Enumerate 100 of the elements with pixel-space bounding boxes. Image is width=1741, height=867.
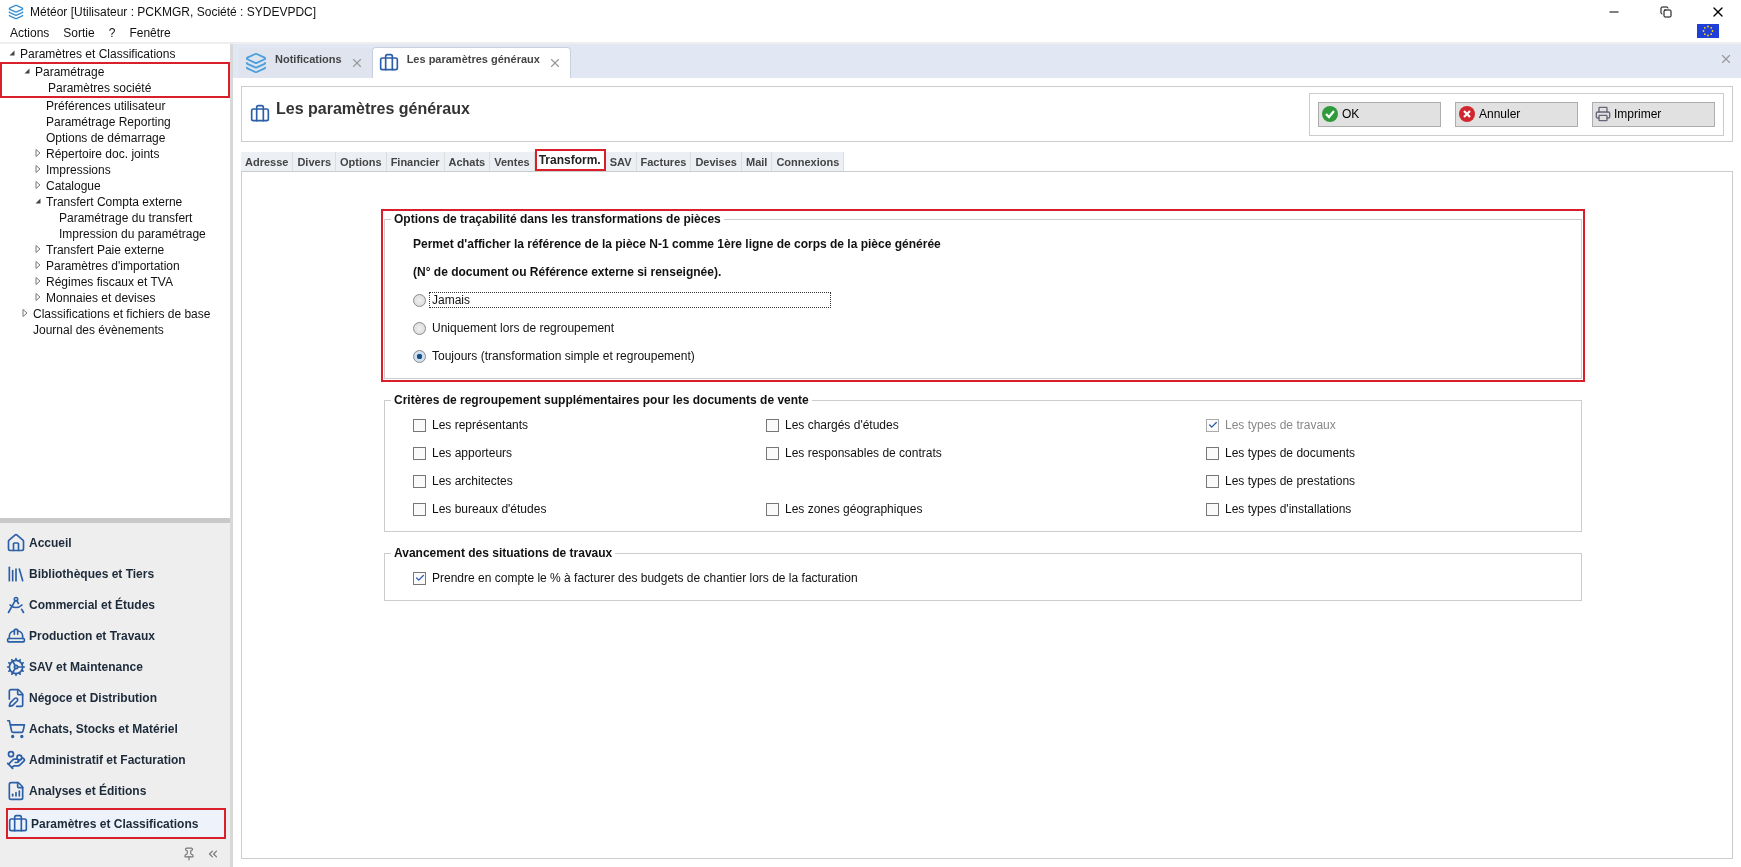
checkbox[interactable] [766,418,779,432]
menu-item[interactable]: Actions [10,26,50,40]
radio-button[interactable] [413,293,426,307]
checkbox[interactable] [1206,502,1219,516]
toolbar-button[interactable]: Imprimer [1592,101,1715,127]
description-text: Permet d'afficher la référence de la pièce N-1 comme 1ère ligne de corps de la pièce générée [413,237,941,251]
page-title: Les paramètres généraux [276,100,471,119]
tree-item[interactable]: Transfert Compta externe [46,195,183,209]
nav-item[interactable]: Commercial et Études [6,591,226,618]
checkbox[interactable] [413,571,426,585]
close-icon[interactable] [1719,52,1733,66]
tree-item[interactable]: Paramétrage [35,65,105,79]
tab[interactable]: SAV [605,152,637,171]
checkbox[interactable] [1206,474,1219,488]
checkbox[interactable] [413,446,426,460]
checkbox-label: Les apporteurs [432,446,513,460]
nav-item[interactable]: Bibliothèques et Tiers [6,560,226,587]
nav-item[interactable]: SAV et Maintenance [6,653,226,680]
tree-item[interactable]: Impressions [46,163,111,177]
checkbox-label: Les types de prestations [1225,474,1356,488]
tab[interactable]: Ventes [490,152,535,171]
tab[interactable]: Achats [444,152,491,171]
radio-button[interactable] [413,321,426,335]
collapsed-arrow-icon[interactable] [34,293,42,301]
tree-item[interactable]: Préférences utilisateur [46,99,166,113]
tab[interactable]: Divers [293,152,337,171]
toolbar-button[interactable]: Annuler [1455,101,1578,127]
tab[interactable]: Mail [741,152,773,171]
tree-item[interactable]: Paramètres et Classifications [20,47,176,61]
checkbox[interactable] [766,446,779,460]
module-icon [6,780,26,801]
checkbox[interactable] [1206,446,1219,460]
nav-item[interactable]: Négoce et Distribution [6,684,226,711]
tree-item[interactable]: Catalogue [46,179,101,193]
nav-item[interactable]: Paramètres et Classifications [6,808,226,839]
checkbox-label: Les représentants [432,418,529,432]
checkbox-label: Les types d'installations [1225,502,1352,516]
checkbox-label: Les architectes [432,474,513,488]
module-icon [8,813,28,834]
tab[interactable]: Connexions [772,152,845,171]
tree-item[interactable]: Transfert Paie externe [46,243,165,257]
radio-label: Jamais [430,293,830,307]
group-title: Avancement des situations de travaux [393,546,614,560]
nav-item[interactable]: Accueil [6,529,226,556]
menu-item[interactable]: Fenêtre [129,26,171,40]
tab[interactable]: Options [336,152,387,171]
tab[interactable]: Adresse [241,152,294,171]
checkbox-label: Les zones géographiques [785,502,923,516]
checkbox-label: Les types de documents [1225,446,1356,460]
tree-item[interactable]: Classifications et fichiers de base [33,307,211,321]
tab[interactable]: Factures [636,152,692,171]
checkbox[interactable] [413,474,426,488]
tab[interactable]: Financier [386,152,445,171]
tree-item[interactable]: Options de démarrage [46,131,166,145]
tab[interactable]: Transform. [534,149,606,171]
nav-item[interactable]: Production et Travaux [6,622,226,649]
collapsed-arrow-icon[interactable] [34,277,42,285]
module-icon [6,594,26,615]
collapsed-arrow-icon[interactable] [21,309,29,317]
checkbox-label: Les bureaux d'études [432,502,547,516]
tab[interactable]: Devises [691,152,742,171]
tab-label: Les paramètres généraux [406,53,540,67]
document-tab[interactable]: Les paramètres généraux [371,47,571,78]
checkbox[interactable] [766,502,779,516]
checkbox[interactable] [413,502,426,516]
checkbox-label: Prendre en compte le % à facturer des budgets de chantier lors de la facturation [432,571,858,585]
nav-item[interactable]: Achats, Stocks et Matériel [6,715,226,742]
tree-item[interactable]: Paramétrage du transfert [59,211,193,225]
app-logo-icon [245,52,267,74]
collapsed-arrow-icon[interactable] [34,245,42,253]
expanded-arrow-icon[interactable] [34,197,42,205]
collapsed-arrow-icon[interactable] [34,181,42,189]
menu-item[interactable]: Sortie [63,26,95,40]
nav-item[interactable]: Analyses et Éditions [6,777,226,804]
expanded-arrow-icon[interactable] [8,49,16,57]
tree-item[interactable]: Répertoire doc. joints [46,147,160,161]
collapsed-arrow-icon[interactable] [34,261,42,269]
document-tab[interactable]: Notifications [239,48,372,78]
pin-icon[interactable] [182,847,196,861]
collapsed-arrow-icon[interactable] [34,165,42,173]
check-icon [1321,105,1339,123]
flag-icon [1697,24,1719,38]
window-title: Météor [Utilisateur : PCKMGR, Société : SYDEVPDC] [30,5,318,19]
tree-item[interactable]: Paramètres société [48,81,152,95]
collapsed-arrow-icon[interactable] [34,149,42,157]
description-text: (N° de document ou Référence externe si renseignée). [413,265,722,279]
tree-item[interactable]: Paramétrage Reporting [46,115,171,129]
checkbox[interactable] [413,418,426,432]
nav-item[interactable]: Administratif et Facturation [6,746,226,773]
toolbar-button[interactable]: OK [1318,101,1441,127]
expanded-arrow-icon[interactable] [23,67,31,75]
tree-item[interactable]: Régimes fiscaux et TVA [46,275,173,289]
menu-item[interactable]: ? [108,26,116,40]
tree-item[interactable]: Paramètres d'importation [46,259,180,273]
tree-item[interactable]: Impression du paramétrage [59,227,206,241]
tree-item[interactable]: Monnaies et devises [46,291,156,305]
tree-item[interactable]: Journal des évènements [33,323,164,337]
radio-button[interactable] [413,349,426,363]
collapse-icon[interactable] [206,847,220,861]
cancel-icon [1458,105,1476,123]
